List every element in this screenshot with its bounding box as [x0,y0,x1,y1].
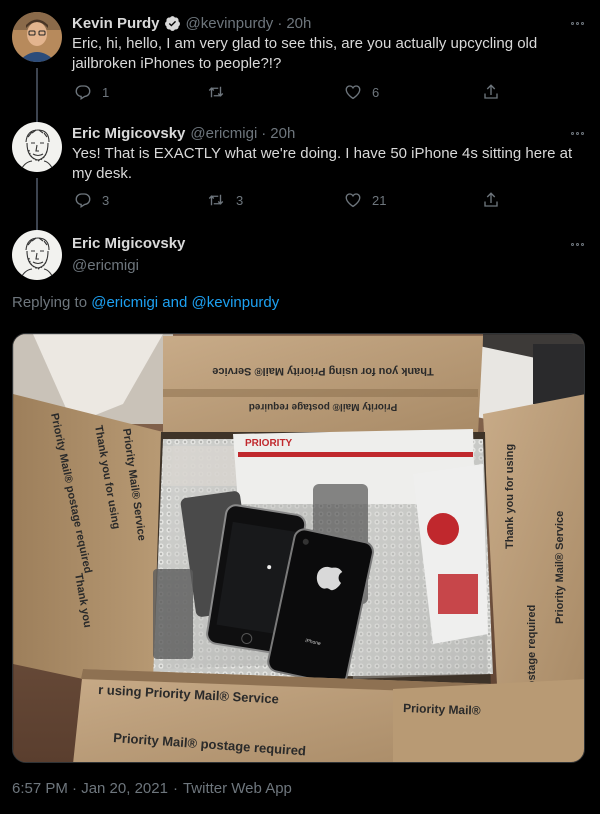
timestamp[interactable]: 6:57 PM · Jan 20, 2021 [12,780,168,797]
more-options-icon[interactable] [566,14,588,32]
like-count: 21 [372,192,387,208]
box-print-text: Priority Mail® postage required [249,401,398,412]
avatar-eric-sketch-image [12,122,62,172]
tweet-time[interactable]: 20h [270,125,295,142]
tweet-actions: 3 3 21 [72,189,512,211]
retweet-count: 3 [236,192,244,208]
tweet-eric-migicovsky-reply[interactable]: Eric Migicovsky @ericmigi · 20h Yes! Tha… [0,122,600,230]
avatar-eric-sketch-image [12,230,62,280]
more-options-icon[interactable] [566,124,588,142]
retweet-button[interactable] [206,81,236,103]
retweet-icon [208,194,224,206]
author-name[interactable]: Eric Migicovsky [72,125,185,142]
reply-icon [75,193,91,208]
heart-icon [345,193,361,208]
source-app[interactable]: Twitter Web App [183,780,292,797]
tweet-time[interactable]: 20h [286,15,311,32]
reply-button[interactable]: 3 [74,189,109,211]
share-button[interactable] [482,189,500,211]
avatar[interactable] [12,122,62,172]
replying-prefix: Replying to [12,294,88,311]
tweet-actions: 1 6 [72,81,512,103]
tweet-footer: 6:57 PM · Jan 20, 2021 · Twitter Web App [12,780,292,797]
replying-user-link[interactable]: @ericmigi [91,294,158,311]
separator-dot: · [172,780,178,797]
box-print-text: Thank you for using Priority Mail® Servi… [212,365,433,377]
tweet-text: Yes! That is EXACTLY what we're doing. I… [72,145,573,182]
box-print-text: Priority Mail® [403,701,481,718]
box-print-text: Thank you for using [504,444,516,549]
replying-user-link[interactable]: @kevinpurdy [192,294,280,311]
reply-icon [75,85,91,100]
reply-count: 3 [102,192,110,208]
author-handle[interactable]: @kevinpurdy [186,15,274,32]
box-print-text: postage required [526,605,538,694]
separator-dot: · [277,14,283,32]
avatar-kevin-image [12,12,62,62]
envelope-print-text: PRIORITY [245,438,293,449]
share-icon [484,192,498,207]
author-name[interactable]: Eric Migicovsky [72,235,185,252]
author-handle[interactable]: @ericmigi [72,257,139,274]
tweet-text: Eric, hi, hello, I am very glad to see t… [72,35,538,72]
like-count: 6 [372,84,380,100]
retweet-icon [208,86,224,98]
reply-button[interactable]: 1 [74,81,109,103]
author-handle[interactable]: @ericmigi [190,125,257,142]
separator-dot: · [261,124,267,142]
verified-badge-icon [164,15,181,32]
avatar[interactable] [12,230,62,280]
replying-to-line: Replying to @ericmigi and @kevinpurdy [12,294,279,311]
thread-line [36,178,38,230]
tweet-header: Eric Migicovsky @ericmigi · 20h [72,122,295,144]
heart-icon [345,85,361,100]
priority-mail-box-photo: Thank you for using Priority Mail® Servi… [13,334,584,762]
retweet-button[interactable]: 3 [206,189,243,211]
reply-count: 1 [102,84,110,100]
author-name[interactable]: Kevin Purdy [72,15,160,32]
tweet-header: Kevin Purdy @kevinpurdy · 20h [72,12,311,34]
tweet-kevin-purdy[interactable]: Kevin Purdy @kevinpurdy · 20h Eric, hi, … [0,12,600,124]
like-button[interactable]: 21 [344,189,386,211]
tweet-photo[interactable]: Thank you for using Priority Mail® Servi… [12,333,585,763]
thread-line [36,68,38,124]
like-button[interactable]: 6 [344,81,379,103]
more-options-icon[interactable] [566,235,588,253]
replying-and[interactable]: and [162,294,187,311]
share-icon [484,84,498,99]
share-button[interactable] [482,81,500,103]
box-print-text: Priority Mail® Service [554,511,566,624]
avatar[interactable] [12,12,62,62]
